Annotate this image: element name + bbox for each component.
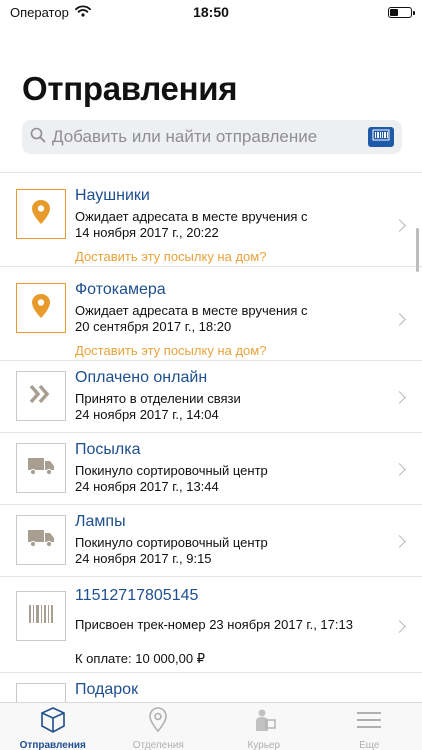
list-item[interactable]: Наушники Ожидает адресата в месте вручен…: [0, 173, 422, 267]
status-time: 18:50: [193, 4, 229, 20]
item-status: Покинуло сортировочный центр 24 ноября 2…: [75, 463, 385, 495]
item-title: 11512717805145: [75, 587, 199, 604]
barcode-scan-button[interactable]: [368, 127, 394, 147]
item-status: Ожидает адресата в месте вручения с 20 с…: [75, 303, 385, 335]
item-title: Фотокамера: [75, 281, 166, 298]
map-pin-icon: [148, 707, 168, 738]
item-status-line: 24 ноября 2017 г., 13:44: [75, 479, 219, 494]
status-left: Оператор: [10, 5, 91, 20]
item-status: Покинуло сортировочный центр 24 ноября 2…: [75, 535, 385, 567]
item-status-line: 14 ноября 2017 г., 20:22: [75, 225, 219, 240]
item-title: Оплачено онлайн: [75, 369, 208, 386]
battery-fill: [390, 8, 398, 16]
tab-label: Курьер: [247, 740, 281, 750]
search-input[interactable]: [52, 127, 368, 147]
item-status-line: 24 ноября 2017 г., 14:04: [75, 407, 219, 422]
deliver-home-link[interactable]: Доставить эту посылку на дом?: [75, 343, 266, 358]
double-chevron-icon: [29, 384, 53, 409]
location-pin-icon: [31, 199, 51, 230]
item-status-line: 20 сентября 2017 г., 18:20: [75, 319, 232, 334]
tab-label: Отправления: [19, 740, 86, 750]
list-item[interactable]: Подарок: [0, 673, 422, 702]
tab-shipments[interactable]: Отправления: [0, 703, 106, 750]
status-bar: Оператор 18:50: [0, 0, 422, 24]
tab-courier[interactable]: Курьер: [211, 703, 317, 750]
courier-icon: [251, 707, 277, 738]
item-thumb: [16, 189, 66, 239]
item-thumb: [16, 443, 66, 493]
item-title: Наушники: [75, 187, 150, 204]
list-item[interactable]: Лампы Покинуло сортировочный центр 24 но…: [0, 505, 422, 577]
barcode-icon: [372, 128, 390, 146]
tab-label: Отделения: [132, 740, 184, 750]
barcode-icon: [28, 604, 54, 629]
menu-icon: [356, 707, 382, 738]
item-status-line: 24 ноября 2017 г., 9:15: [75, 551, 212, 566]
search-icon: [30, 127, 46, 148]
item-thumb: [16, 371, 66, 421]
item-status-line: Ожидает адресата в месте вручения с: [75, 209, 308, 224]
page-title: Отправления: [22, 70, 238, 107]
chevron-right-icon: [393, 535, 406, 548]
carrier-name: Оператор: [10, 4, 69, 20]
deliver-home-link[interactable]: Доставить эту посылку на дом?: [75, 249, 266, 264]
tab-more[interactable]: Еще: [317, 703, 422, 750]
chevron-right-icon: [393, 463, 406, 476]
battery-icon: [388, 6, 415, 18]
item-title: Подарок: [75, 681, 139, 698]
item-amount: К оплате: 10 000,00 ₽: [75, 651, 205, 666]
list-item[interactable]: Посылка Покинуло сортировочный центр 24 …: [0, 433, 422, 505]
package-box-icon: [40, 707, 65, 738]
scrollbar[interactable]: [416, 228, 419, 272]
list-item[interactable]: Оплачено онлайн Принято в отделении связ…: [0, 361, 422, 433]
chevron-right-icon: [393, 219, 406, 232]
tab-label: Еще: [359, 740, 380, 750]
item-status: Принято в отделении связи 24 ноября 2017…: [75, 391, 385, 423]
location-pin-icon: [31, 293, 51, 324]
truck-icon: [27, 456, 55, 481]
item-thumb: [16, 683, 66, 702]
wifi-icon: [74, 4, 91, 20]
tab-offices[interactable]: Отделения: [106, 703, 212, 750]
item-thumb: [16, 283, 66, 333]
chevron-right-icon: [393, 391, 406, 404]
search-bar[interactable]: [22, 120, 402, 154]
item-status: Присвоен трек-номер 23 ноября 2017 г., 1…: [75, 617, 385, 633]
item-title: Посылка: [75, 441, 141, 458]
item-thumb: [16, 591, 66, 641]
chevron-right-icon: [393, 313, 406, 326]
item-status-line: Принято в отделении связи: [75, 391, 241, 406]
truck-icon: [27, 528, 55, 553]
item-title: Лампы: [75, 513, 126, 530]
item-status-line: Покинуло сортировочный центр: [75, 535, 268, 550]
item-status-line: Присвоен трек-номер 23 ноября 2017 г., 1…: [75, 617, 353, 632]
tab-bar: Отправления Отделения Курьер Еще: [0, 702, 422, 750]
item-status-line: Ожидает адресата в месте вручения с: [75, 303, 308, 318]
list-item[interactable]: 11512717805145 Присвоен трек-номер 23 но…: [0, 577, 422, 673]
item-thumb: [16, 515, 66, 565]
chevron-right-icon: [393, 620, 406, 633]
item-status-line: Покинуло сортировочный центр: [75, 463, 268, 478]
item-status: Ожидает адресата в месте вручения с 14 н…: [75, 209, 385, 241]
shipments-list[interactable]: Наушники Ожидает адресата в месте вручен…: [0, 172, 422, 702]
list-item[interactable]: Фотокамера Ожидает адресата в месте вруч…: [0, 267, 422, 361]
